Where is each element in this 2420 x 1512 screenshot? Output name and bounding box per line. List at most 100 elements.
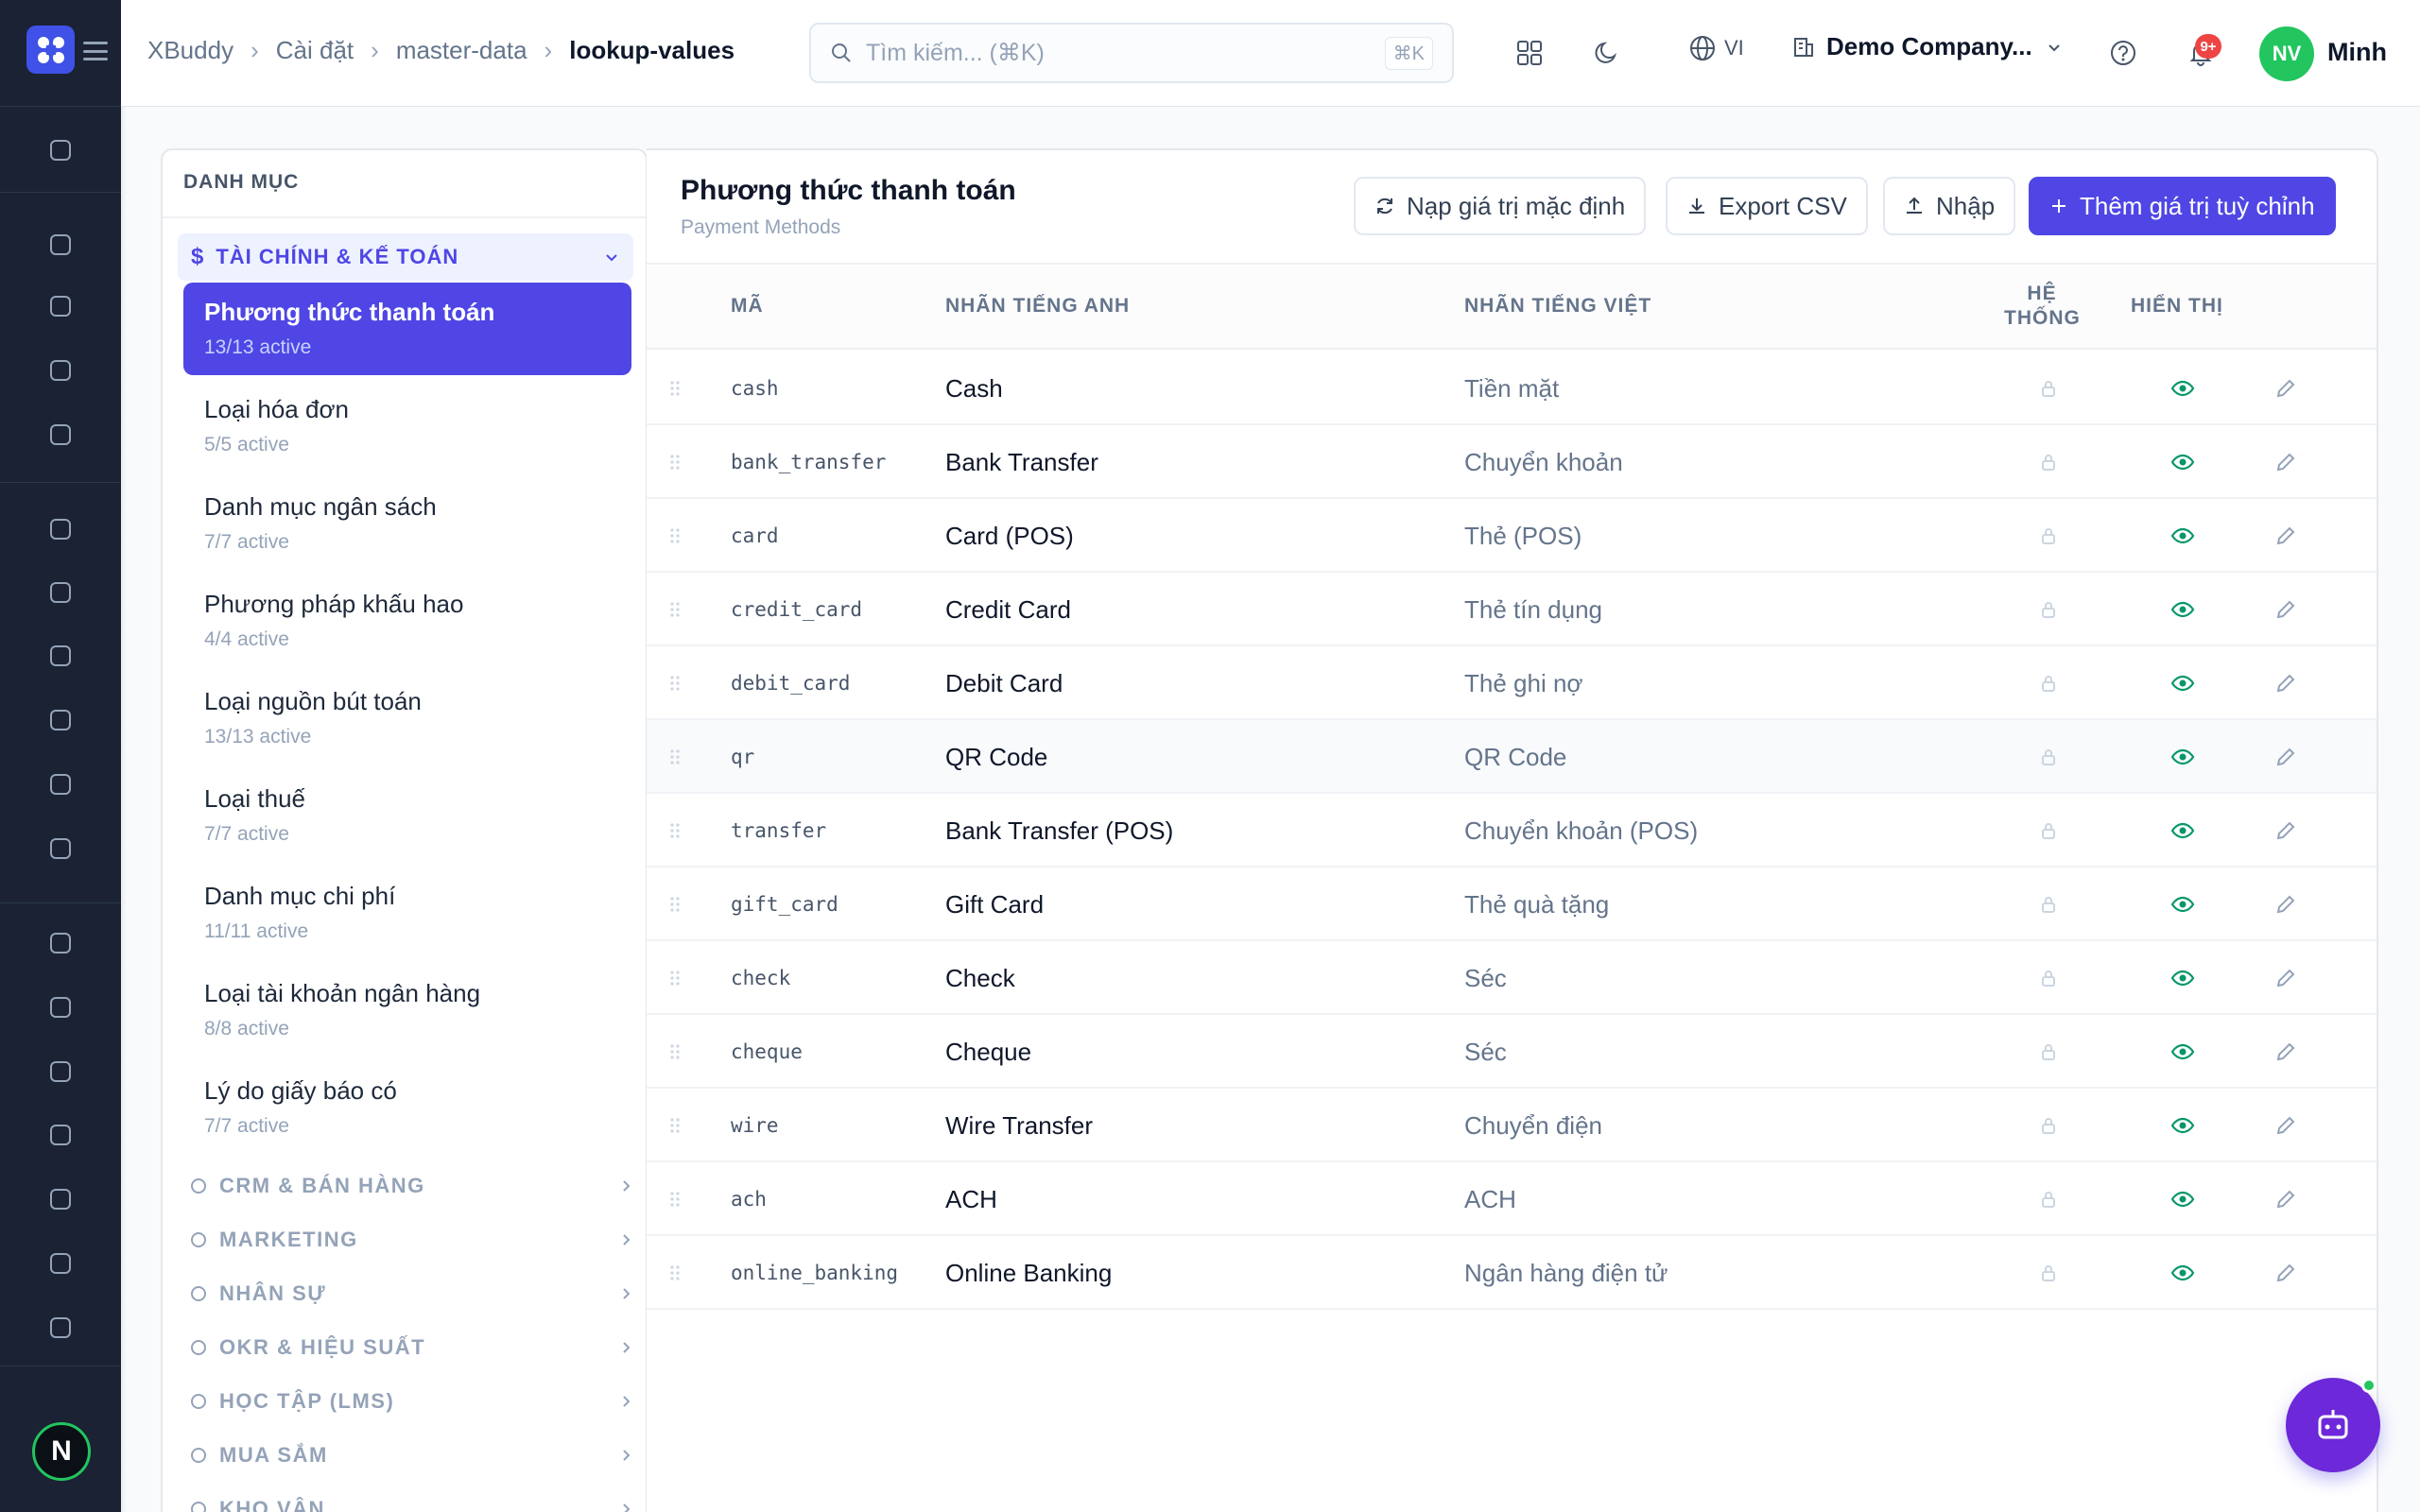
eye-icon[interactable] [2170,1162,2195,1236]
edit-icon[interactable] [2274,352,2297,425]
eye-icon[interactable] [2170,352,2195,425]
edit-icon[interactable] [2274,1162,2297,1236]
table-row[interactable]: credit_card Credit Card Thẻ tín dụng [647,573,2377,646]
drag-handle-icon[interactable] [669,499,683,573]
eye-icon[interactable] [2170,720,2195,794]
edit-icon[interactable] [2274,646,2297,720]
rail-user-circle-icon[interactable] [42,226,79,264]
breadcrumb-home[interactable]: XBuddy [147,36,233,65]
import-button[interactable]: Nhập [1883,177,2016,235]
edit-icon[interactable] [2274,794,2297,868]
category-item[interactable]: Lý do giấy báo có 7/7 active [183,1061,631,1154]
category-item[interactable]: Loại tài khoản ngân hàng 8/8 active [183,964,631,1057]
drag-handle-icon[interactable] [669,646,683,720]
category-group[interactable]: NHÂN SỰ [189,1275,633,1313]
category-item[interactable]: Phương thức thanh toán 13/13 active [183,283,631,375]
table-row[interactable]: bank_transfer Bank Transfer Chuyển khoản [647,425,2377,499]
drag-handle-icon[interactable] [669,941,683,1015]
rail-inbox-icon[interactable] [42,1180,79,1218]
table-row[interactable]: transfer Bank Transfer (POS) Chuyển khoản … [647,794,2377,868]
drag-handle-icon[interactable] [669,720,683,794]
table-row[interactable]: check Check Séc [647,941,2377,1015]
category-item[interactable]: Danh mục chi phí 11/11 active [183,867,631,959]
category-item[interactable]: Loại thuế 7/7 active [183,769,631,862]
workspace-avatar[interactable]: N [32,1422,91,1481]
table-row[interactable]: gift_card Gift Card Thẻ quà tặng [647,868,2377,941]
drag-handle-icon[interactable] [669,868,683,941]
edit-icon[interactable] [2274,573,2297,646]
rail-printer-icon[interactable] [42,574,79,611]
rail-gauge-icon[interactable] [42,1053,79,1091]
eye-icon[interactable] [2170,573,2195,646]
drag-handle-icon[interactable] [669,794,683,868]
eye-icon[interactable] [2170,499,2195,573]
edit-icon[interactable] [2274,1236,2297,1310]
table-row[interactable]: wire Wire Transfer Chuyển điện [647,1089,2377,1162]
moon-icon[interactable] [1588,34,1626,72]
category-item[interactable]: Danh mục ngân sách 7/7 active [183,477,631,570]
drag-handle-icon[interactable] [669,352,683,425]
category-group[interactable]: MARKETING [189,1221,633,1259]
rail-shield-check-icon[interactable] [42,765,79,803]
rail-monitor-icon[interactable] [42,287,79,325]
edit-icon[interactable] [2274,1089,2297,1162]
category-group[interactable]: MUA SẮM [189,1436,633,1474]
eye-icon[interactable] [2170,425,2195,499]
table-row[interactable]: cheque Cheque Séc [647,1015,2377,1089]
rail-settings-icon[interactable] [42,131,79,169]
edit-icon[interactable] [2274,868,2297,941]
rail-key-icon[interactable] [42,416,79,454]
category-group[interactable]: HỌC TẬP (LMS) [189,1383,633,1420]
table-row[interactable]: cash Cash Tiền mặt [647,352,2377,425]
eye-icon[interactable] [2170,941,2195,1015]
table-row[interactable]: qr QR Code QR Code [647,720,2377,794]
rail-settings-icon[interactable] [42,1116,79,1154]
apps-grid-icon[interactable] [1511,34,1548,72]
rail-building-icon[interactable] [42,510,79,548]
rail-layers-icon[interactable] [42,924,79,962]
table-row[interactable]: debit_card Debit Card Thẻ ghi nợ [647,646,2377,720]
search-input[interactable]: Tìm kiếm... (⌘K) ⌘K [809,23,1454,83]
edit-icon[interactable] [2274,941,2297,1015]
add-custom-value-button[interactable]: Thêm giá trị tuỳ chỉnh [2029,177,2336,235]
column-system[interactable]: HỆ THỐNG [2004,282,2080,331]
column-visible[interactable]: HIỂN THỊ [2131,295,2223,318]
rail-sitemap-icon[interactable] [42,637,79,675]
user-avatar[interactable]: NV [2259,26,2314,81]
column-english-label[interactable]: NHÃN TIẾNG ANH [945,295,1130,318]
category-group[interactable]: CRM & BÁN HÀNG [189,1167,633,1205]
eye-icon[interactable] [2170,1236,2195,1310]
rail-users-icon[interactable] [42,701,79,739]
app-logo[interactable] [26,26,75,74]
edit-icon[interactable] [2274,425,2297,499]
table-row[interactable]: online_banking Online Banking Ngân hàng đi… [647,1236,2377,1310]
rail-credit-card-icon[interactable] [42,988,79,1026]
edit-icon[interactable] [2274,1015,2297,1089]
column-vietnamese-label[interactable]: NHÃN TIẾNG VIỆT [1464,295,1651,318]
category-item[interactable]: Loại nguồn bút toán 13/13 active [183,672,631,765]
drag-handle-icon[interactable] [669,1089,683,1162]
breadcrumb-settings[interactable]: Cài đặt [276,36,354,65]
eye-icon[interactable] [2170,646,2195,720]
reset-defaults-button[interactable]: Nạp giá trị mặc định [1354,177,1647,235]
rail-shapes-icon[interactable] [42,1309,79,1347]
eye-icon[interactable] [2170,794,2195,868]
category-group[interactable]: KHO VẬN [189,1490,633,1512]
table-row[interactable]: card Card (POS) Thẻ (POS) [647,499,2377,573]
language-switcher[interactable]: VI [1688,34,1744,62]
drag-handle-icon[interactable] [669,573,683,646]
category-group-finance[interactable]: $ TÀI CHÍNH & KẾ TOÁN [178,233,633,281]
company-switcher[interactable]: Demo Company... [1792,32,2063,61]
category-item[interactable]: Phương pháp khấu hao 4/4 active [183,575,631,667]
category-group[interactable]: OKR & HIỆU SUẤT [189,1329,633,1366]
table-row[interactable]: ach ACH ACH [647,1162,2377,1236]
user-name[interactable]: Minh [2327,38,2387,67]
export-csv-button[interactable]: Export CSV [1666,177,1868,235]
eye-icon[interactable] [2170,1015,2195,1089]
eye-icon[interactable] [2170,1089,2195,1162]
drag-handle-icon[interactable] [669,1236,683,1310]
drag-handle-icon[interactable] [669,1015,683,1089]
help-icon[interactable] [2104,34,2142,72]
breadcrumb-master-data[interactable]: master-data [396,36,527,65]
rail-shield-check-icon[interactable] [42,830,79,868]
